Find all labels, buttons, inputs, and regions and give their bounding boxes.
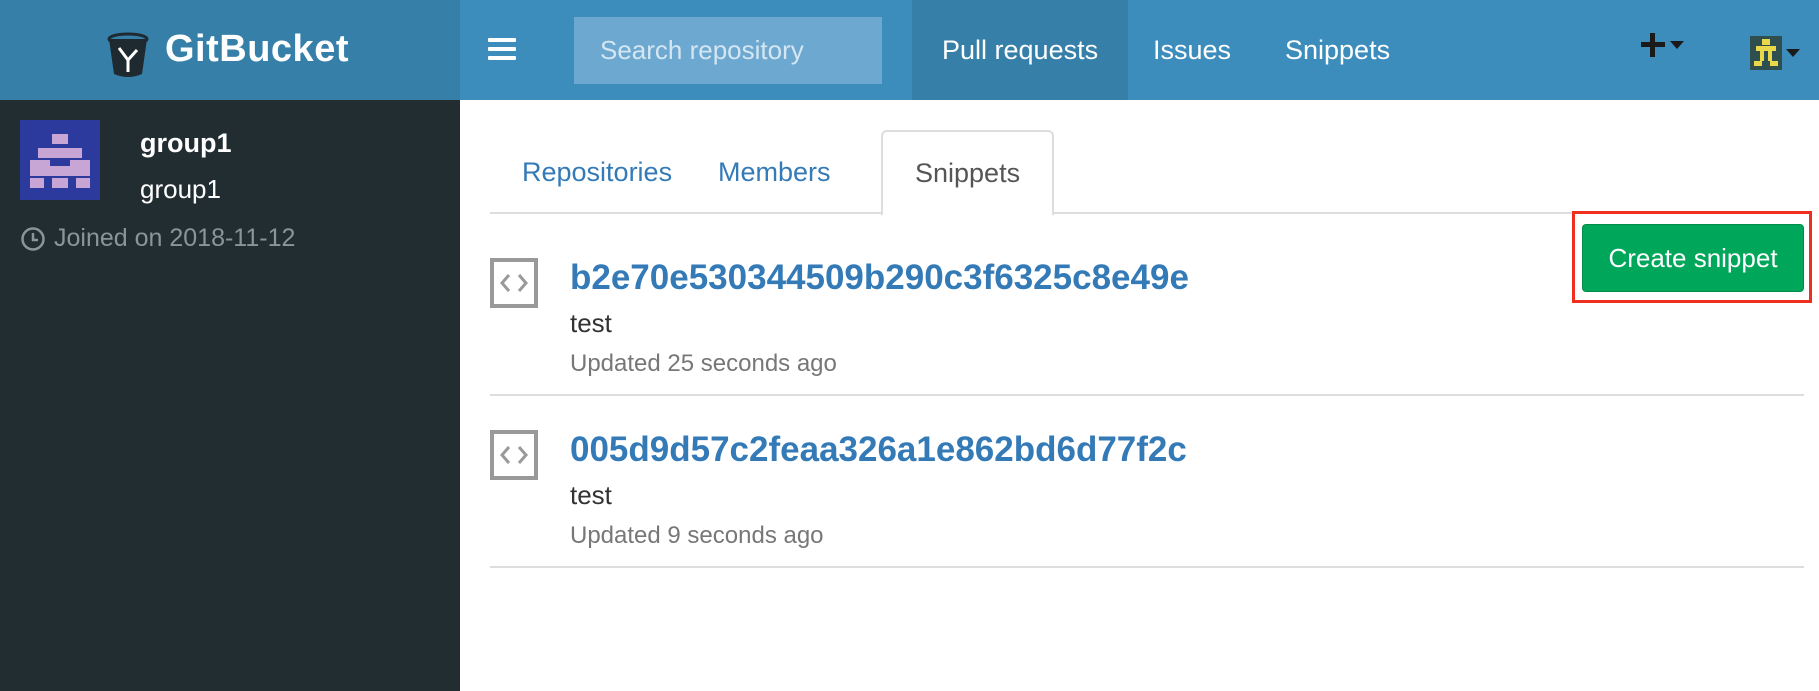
group-tabs: Repositories Members Snippets [490,130,1804,216]
code-icon [490,430,538,480]
search-input[interactable] [574,17,882,84]
snippet-description: test [570,480,612,510]
snippet-updated-time: Updated 25 seconds ago [570,350,837,377]
nav-pull-requests[interactable]: Pull requests [912,0,1129,100]
snippet-title-link[interactable]: 005d9d57c2feaa326a1e862bd6d77f2c [570,430,1187,470]
group-avatar [20,120,100,200]
snippet-description: test [570,308,612,338]
chevron-down-icon [1670,41,1685,49]
chevron-down-icon [1786,49,1801,57]
user-avatar-icon [1750,36,1782,70]
brand-area[interactable]: GitBucket [0,0,460,100]
tab-members[interactable]: Members [686,130,863,214]
joined-date: Joined on 2018-11-12 [20,224,295,253]
clock-icon [21,226,45,251]
brand-name: GitBucket [165,28,349,70]
gitbucket-logo-icon [107,32,149,77]
code-icon [490,258,538,308]
snippet-item: 005d9d57c2feaa326a1e862bd6d77f2c test Up… [490,396,1804,568]
sidebar-toggle-icon[interactable] [488,38,516,62]
snippet-item: b2e70e530344509b290c3f6325c8e49e test Up… [490,224,1804,396]
tab-repositories[interactable]: Repositories [490,130,704,214]
top-navbar: GitBucket Pull requests Issues Snippets [0,0,1819,100]
user-menu-dropdown[interactable] [1750,36,1801,70]
sidebar: group1 group1 Joined on 2018-11-12 [0,100,460,691]
create-new-dropdown[interactable] [1640,32,1685,68]
tab-snippets[interactable]: Snippets [881,130,1055,216]
nav-issues[interactable]: Issues [1123,0,1261,100]
group-name: group1 [140,128,232,158]
group-display-name: group1 [140,174,221,204]
joined-date-text: Joined on 2018-11-12 [54,224,296,252]
plus-icon [1641,33,1665,57]
snippet-title-link[interactable]: b2e70e530344509b290c3f6325c8e49e [570,258,1189,298]
snippet-updated-time: Updated 9 seconds ago [570,522,824,549]
nav-snippets[interactable]: Snippets [1255,0,1420,100]
